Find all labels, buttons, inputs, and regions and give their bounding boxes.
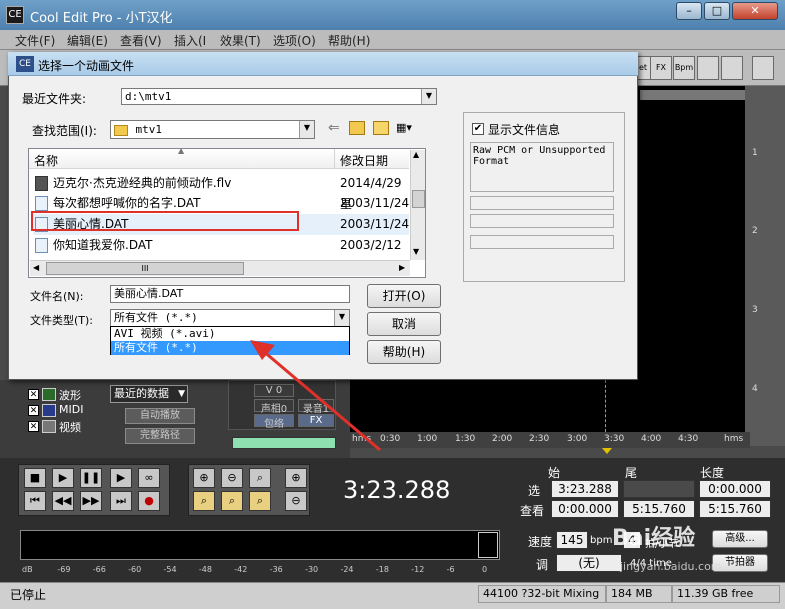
annotation-arrow: [250, 340, 381, 452]
watermark-url: jingyan.baidu.com: [620, 560, 722, 573]
watermark-logo: Bai经验: [612, 526, 696, 551]
